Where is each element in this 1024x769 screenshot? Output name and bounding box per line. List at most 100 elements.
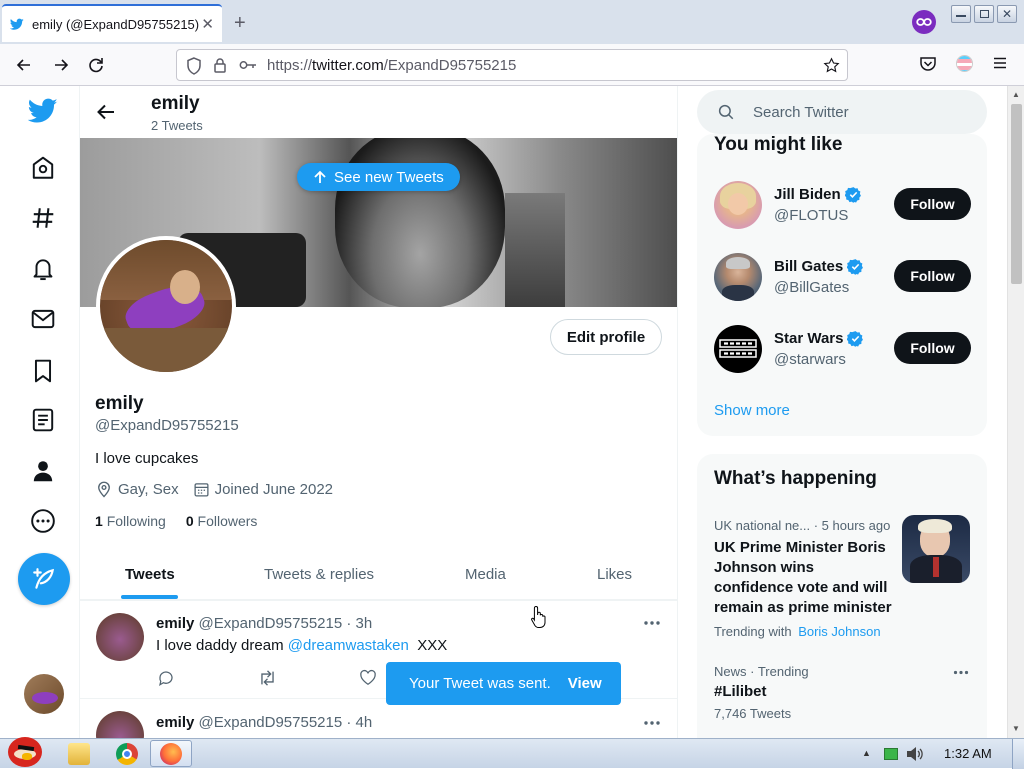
tab-tweets-label: Tweets bbox=[125, 565, 175, 583]
restore-window-button[interactable] bbox=[974, 5, 994, 23]
see-new-tweets-button[interactable]: See new Tweets bbox=[297, 163, 460, 191]
tweet-time[interactable]: · 3h bbox=[346, 615, 372, 632]
bookmark-star-icon[interactable] bbox=[823, 57, 840, 74]
more-dots-icon[interactable] bbox=[643, 720, 661, 726]
suggestion-name[interactable]: Star Wars bbox=[774, 330, 843, 347]
see-new-tweets-label: See new Tweets bbox=[334, 168, 444, 186]
messages-envelope-icon[interactable] bbox=[28, 304, 58, 334]
follow-suggestion[interactable]: Bill Gates @BillGates Follow bbox=[697, 253, 987, 317]
feather-plus-icon bbox=[33, 568, 55, 589]
like-heart-icon[interactable] bbox=[359, 669, 377, 686]
following-link[interactable]: 1 Following bbox=[95, 513, 166, 529]
account-avatar[interactable] bbox=[24, 674, 64, 714]
back-arrow-icon[interactable] bbox=[96, 103, 116, 121]
profile-avatar[interactable] bbox=[96, 236, 236, 376]
close-tab-icon[interactable]: ✕ bbox=[201, 15, 214, 33]
follow-suggestion[interactable]: Star Wars @starwars Follow bbox=[697, 325, 987, 389]
lists-icon[interactable] bbox=[28, 405, 58, 435]
toast-view-link[interactable]: View bbox=[568, 675, 602, 692]
page-scrollbar[interactable]: ▲ ▼ bbox=[1007, 86, 1024, 738]
firefox-taskbar-button[interactable] bbox=[150, 740, 192, 767]
shield-icon[interactable] bbox=[186, 57, 202, 75]
suggestion-name[interactable]: Bill Gates bbox=[774, 258, 843, 275]
tweet-avatar[interactable] bbox=[96, 711, 144, 738]
tab-media-label: Media bbox=[465, 565, 506, 583]
followers-label: Followers bbox=[197, 513, 258, 529]
retweet-icon[interactable] bbox=[258, 669, 277, 687]
tweet-mention-link[interactable]: @dreamwastaken bbox=[288, 637, 409, 654]
os-taskbar: ▲ 1:32 AM bbox=[0, 737, 1024, 769]
extension-flag-icon[interactable] bbox=[956, 55, 973, 72]
follow-button[interactable]: Follow bbox=[894, 188, 971, 220]
suggestion-name[interactable]: Jill Biden bbox=[774, 186, 841, 203]
clock[interactable]: 1:32 AM bbox=[944, 746, 992, 761]
suggestion-avatar[interactable] bbox=[714, 181, 762, 229]
follow-button[interactable]: Follow bbox=[894, 260, 971, 292]
profile-header: emily 2 Tweets bbox=[80, 86, 677, 138]
tweet-text: I love daddy dream @dreamwastaken XXX bbox=[156, 637, 447, 654]
file-explorer-icon[interactable] bbox=[68, 743, 90, 765]
tweet-sent-toast: Your Tweet was sent. View bbox=[386, 662, 621, 705]
more-dots-icon[interactable] bbox=[643, 620, 661, 626]
tweet-author-name[interactable]: emily bbox=[156, 615, 194, 632]
forward-arrow-icon[interactable] bbox=[51, 55, 71, 75]
news-item[interactable]: UK national ne... · 5 hours ago UK Prime… bbox=[697, 512, 987, 642]
tab-tweets[interactable]: Tweets bbox=[125, 553, 175, 595]
new-tab-button[interactable]: + bbox=[234, 12, 246, 35]
twitter-logo-icon[interactable] bbox=[28, 96, 58, 126]
chrome-icon[interactable] bbox=[116, 743, 138, 765]
home-icon[interactable] bbox=[28, 153, 58, 183]
star-wars-logo-icon[interactable] bbox=[714, 325, 762, 373]
show-more-link[interactable]: Show more bbox=[714, 402, 790, 419]
star-wars-wordmark-icon bbox=[719, 339, 757, 358]
scrollbar-thumb[interactable] bbox=[1011, 104, 1022, 284]
minimize-window-button[interactable] bbox=[951, 5, 971, 23]
more-dots-icon[interactable] bbox=[953, 670, 969, 675]
tray-expand-arrow-icon[interactable]: ▲ bbox=[862, 748, 871, 758]
trending-with-link[interactable]: Boris Johnson bbox=[798, 624, 880, 639]
trend-count: 7,746 Tweets bbox=[714, 706, 792, 721]
search-placeholder: Search Twitter bbox=[753, 103, 849, 121]
tab-title: emily (@ExpandD95755215) / Twitter bbox=[32, 16, 201, 32]
trending-with-label: Trending with bbox=[714, 624, 792, 639]
lock-icon[interactable] bbox=[213, 57, 227, 74]
profile-person-icon[interactable] bbox=[28, 456, 58, 486]
more-circle-icon[interactable] bbox=[28, 506, 58, 536]
tweet-author-handle: @ExpandD95755215 bbox=[198, 615, 343, 632]
follow-button[interactable]: Follow bbox=[894, 332, 971, 364]
compose-tweet-button[interactable] bbox=[18, 553, 70, 605]
tweet-author-name[interactable]: emily bbox=[156, 714, 194, 731]
suggestion-name-row: Star Wars bbox=[774, 330, 864, 347]
tab-tweets-replies[interactable]: Tweets & replies bbox=[264, 553, 374, 595]
search-field[interactable]: Search Twitter bbox=[697, 90, 987, 134]
start-button-angry-bird-icon[interactable] bbox=[2, 731, 46, 769]
scroll-up-arrow-icon[interactable]: ▲ bbox=[1012, 90, 1020, 99]
network-tray-icon[interactable] bbox=[884, 748, 898, 760]
trend-item[interactable]: News · Trending #Lilibet 7,746 Tweets bbox=[697, 657, 987, 727]
reload-icon[interactable] bbox=[86, 55, 106, 75]
verified-badge-icon bbox=[844, 187, 861, 203]
tweet-avatar[interactable] bbox=[96, 613, 144, 661]
tweet-author-handle: @ExpandD95755215 bbox=[198, 714, 343, 731]
notifications-bell-icon[interactable] bbox=[28, 254, 58, 284]
show-desktop-button[interactable] bbox=[1012, 739, 1024, 769]
reply-icon[interactable] bbox=[157, 669, 175, 687]
bookmarks-icon[interactable] bbox=[28, 356, 58, 386]
follow-suggestion[interactable]: Jill Biden @FLOTUS Follow bbox=[697, 181, 987, 245]
hamburger-menu-icon[interactable] bbox=[992, 55, 1008, 71]
suggestion-avatar[interactable] bbox=[714, 253, 762, 301]
scroll-down-arrow-icon[interactable]: ▼ bbox=[1012, 724, 1020, 733]
explore-hashtag-icon[interactable] bbox=[28, 203, 58, 233]
url-bar[interactable]: https://twitter.com/ExpandD95755215 bbox=[176, 49, 848, 81]
close-window-button[interactable]: ✕ bbox=[997, 5, 1017, 23]
tweet-time[interactable]: · 4h bbox=[346, 714, 372, 731]
browser-tab[interactable]: emily (@ExpandD95755215) / Twitter ✕ bbox=[2, 4, 222, 42]
followers-link[interactable]: 0 Followers bbox=[186, 513, 258, 529]
volume-icon[interactable] bbox=[905, 746, 923, 762]
tab-media[interactable]: Media bbox=[465, 553, 506, 595]
tab-likes[interactable]: Likes bbox=[597, 553, 632, 595]
edit-profile-button[interactable]: Edit profile bbox=[550, 319, 662, 355]
pocket-icon[interactable] bbox=[919, 55, 937, 73]
back-arrow-icon[interactable] bbox=[14, 55, 34, 75]
key-icon[interactable] bbox=[239, 59, 257, 71]
